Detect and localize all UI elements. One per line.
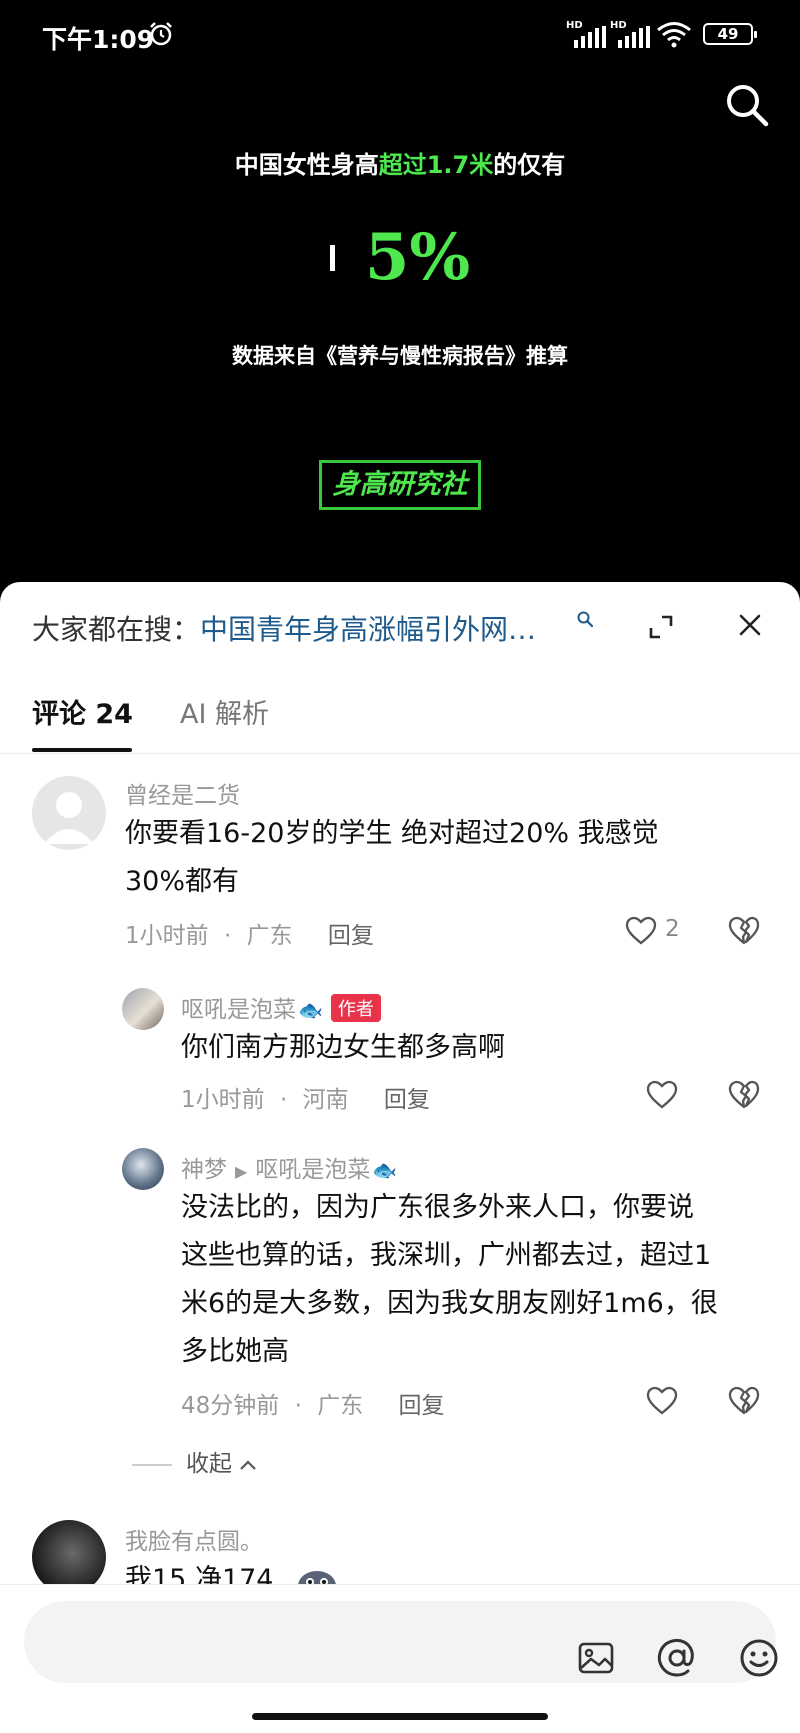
comment-input-bar xyxy=(0,1584,800,1733)
home-indicator[interactable] xyxy=(252,1713,548,1720)
dislike-broken-heart-icon[interactable] xyxy=(728,916,760,946)
comment-item: 我脸有点圆。 我15 净174 xyxy=(0,1514,800,1601)
like-count: 2 xyxy=(665,916,680,942)
battery-indicator: 49 xyxy=(703,23,757,45)
reply-author[interactable]: 神梦 ▶ 呕吼是泡菜 🐟 xyxy=(181,1150,397,1184)
reply-button[interactable]: 回复 xyxy=(384,1087,430,1113)
reply-body: 没法比的，因为广东很多外来人口，你要说 这些也算的话，我深圳，广州都去过，超过1… xyxy=(181,1192,718,1367)
stat-bar-decoration xyxy=(329,244,335,271)
expand-icon[interactable] xyxy=(648,614,674,640)
chevron-up-icon xyxy=(240,1459,256,1470)
comment-sheet: 大家都在搜：中国青年身高涨幅引外网… 评论 24 AI 解析 曾经是二货 你要看… xyxy=(0,582,800,1733)
reply-author[interactable]: 呕吼是泡菜 🐟 作者 xyxy=(181,990,381,1024)
search-icon[interactable] xyxy=(724,82,770,128)
comment-meta: 1小时前 · 广东 回复 xyxy=(125,923,374,949)
collapse-replies-button[interactable]: 收起 xyxy=(132,1444,258,1478)
dislike-broken-heart-icon[interactable] xyxy=(728,1386,760,1416)
signal-icon-2: HD xyxy=(610,20,652,48)
reply-meta: 48分钟前 · 广东 回复 xyxy=(181,1393,445,1419)
status-bar: 下午1:09 HD HD 49 xyxy=(0,0,800,70)
image-icon[interactable] xyxy=(577,1639,615,1677)
tab-ai-analysis[interactable]: AI 解析 xyxy=(180,692,269,731)
reply-meta: 1小时前 · 河南 回复 xyxy=(181,1087,430,1113)
comment-body: 你要看16-20岁的学生 绝对超过20% 我感觉 30%都有 xyxy=(125,818,659,897)
alarm-icon xyxy=(150,22,172,46)
comment-item: 曾经是二货 你要看16-20岁的学生 绝对超过20% 我感觉 30%都有 1小时… xyxy=(0,768,800,988)
mini-search-icon xyxy=(577,611,594,628)
reply-item: 呕吼是泡菜 🐟 作者 你们南方那边女生都多高啊 1小时前 · 河南 回复 xyxy=(0,982,800,1132)
video-area[interactable]: 下午1:09 HD HD 49 中国女性身高超过1.7米的仅有 5% 数据来自《… xyxy=(0,0,800,600)
like-heart-icon[interactable] xyxy=(646,1080,678,1110)
avatar[interactable] xyxy=(32,1520,106,1594)
comment-author[interactable]: 曾经是二货 xyxy=(125,776,240,810)
fish-emoji-icon: 🐟 xyxy=(372,1158,398,1182)
dislike-broken-heart-icon[interactable] xyxy=(728,1080,760,1110)
like-heart-icon[interactable] xyxy=(646,1386,678,1416)
emoji-icon[interactable] xyxy=(738,1637,780,1679)
reply-item: 神梦 ▶ 呕吼是泡菜 🐟 没法比的，因为广东很多外来人口，你要说 这些也算的话，我深圳… xyxy=(0,1142,800,1419)
reply-button[interactable]: 回复 xyxy=(399,1393,445,1419)
search-suggestion[interactable]: 大家都在搜：中国青年身高涨幅引外网… xyxy=(32,608,536,648)
status-time: 下午1:09 xyxy=(42,25,155,54)
comment-tabs: 评论 24 AI 解析 xyxy=(0,682,800,754)
signal-icon-1: HD xyxy=(566,20,608,48)
video-big-stat: 5% xyxy=(0,220,800,295)
reply-body: 你们南方那边女生都多高啊 xyxy=(181,1032,505,1063)
close-icon[interactable] xyxy=(737,612,763,638)
avatar[interactable] xyxy=(32,776,106,850)
reply-arrow-icon: ▶ xyxy=(235,1162,248,1181)
author-badge: 作者 xyxy=(330,994,381,1022)
at-mention-icon[interactable] xyxy=(656,1637,698,1679)
default-avatar-icon xyxy=(44,792,94,844)
tab-comments[interactable]: 评论 24 xyxy=(32,692,133,731)
reply-button[interactable]: 回复 xyxy=(328,923,374,949)
video-source: 数据来自《营养与慢性病报告》推算 xyxy=(232,344,568,368)
comment-input[interactable] xyxy=(24,1601,778,1683)
tab-underline xyxy=(32,748,132,752)
comment-author[interactable]: 我脸有点圆。 xyxy=(125,1522,263,1556)
avatar[interactable] xyxy=(122,988,164,1030)
fish-emoji-icon: 🐟 xyxy=(298,998,323,1022)
like-heart-icon[interactable] xyxy=(625,916,657,946)
wifi-icon xyxy=(657,22,691,48)
brand-logo: 身高研究社 xyxy=(319,460,481,510)
video-headline: 中国女性身高超过1.7米的仅有 xyxy=(234,151,566,179)
avatar[interactable] xyxy=(122,1148,164,1190)
